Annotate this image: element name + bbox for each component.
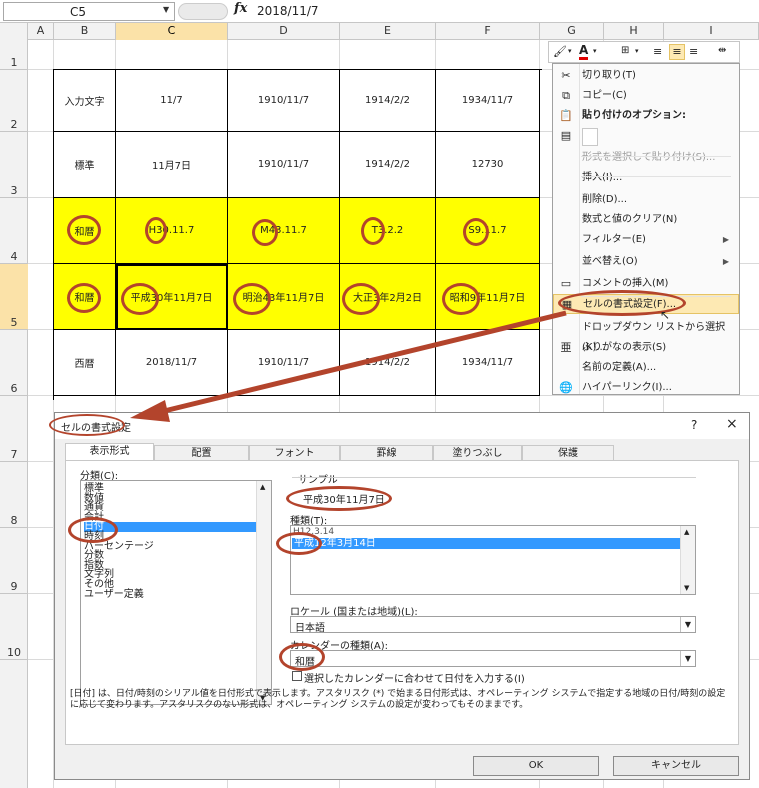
mouse-cursor-icon: ↖ xyxy=(660,308,671,322)
annotation-arrow xyxy=(130,310,567,422)
